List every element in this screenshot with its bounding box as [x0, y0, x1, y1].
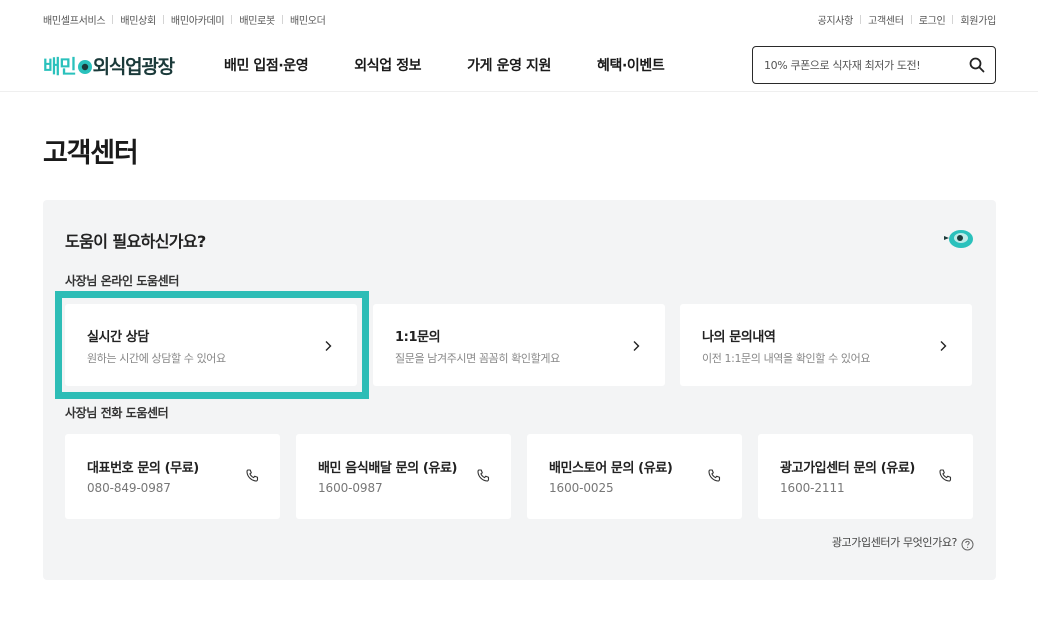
main-nav: 배민 입점·운영 외식업 정보 가게 운영 지원 혜택·이벤트: [224, 55, 710, 75]
search-box: [752, 46, 996, 84]
divider: [910, 15, 912, 24]
card-description: 질문을 남겨주시면 꼼꼼히 확인할게요: [395, 352, 560, 365]
phone-card-store[interactable]: 배민스토어 문의 (유료) 1600-0025: [527, 434, 742, 519]
card-title: 실시간 상담: [87, 330, 149, 345]
ad-center-info-link[interactable]: 광고가입센터가 무엇인가요?: [832, 534, 974, 550]
card-title: 대표번호 문의 (무료): [87, 461, 199, 476]
page-title: 고객센터: [43, 138, 139, 169]
phone-icon: [938, 468, 953, 483]
nav-item-onboarding[interactable]: 배민 입점·운영: [224, 55, 309, 75]
main-header: 배민 외식업광장 배민 입점·운영 외식업 정보 가게 운영 지원 혜택·이벤트: [0, 36, 1038, 92]
phone-icon: [476, 468, 491, 483]
logo-icon: [77, 58, 93, 74]
util-link-login[interactable]: 로그인: [919, 12, 946, 27]
divider: [112, 15, 114, 24]
util-link-order[interactable]: 배민오더: [290, 12, 326, 27]
card-description: 원하는 시간에 상담할 수 있어요: [87, 352, 226, 365]
util-link-self-service[interactable]: 배민셀프서비스: [43, 12, 106, 27]
phone-card-ads[interactable]: 광고가입센터 문의 (유료) 1600-2111: [758, 434, 973, 519]
help-title: 도움이 필요하신가요?: [65, 232, 206, 251]
card-title: 배민스토어 문의 (유료): [549, 461, 673, 476]
online-card-my-inquiries[interactable]: 나의 문의내역 이전 1:1문의 내역을 확인할 수 있어요: [680, 304, 972, 386]
mascot-icon: [940, 226, 976, 252]
utility-bar: 배민셀프서비스 배민상회 배민아카데미 배민로봇 배민오더 공지사항 고객센터 …: [0, 0, 1038, 36]
card-title: 나의 문의내역: [702, 330, 776, 345]
online-card-inquiry[interactable]: 1:1문의 질문을 남겨주시면 꼼꼼히 확인할게요: [373, 304, 665, 386]
util-link-academy[interactable]: 배민아카데미: [171, 12, 225, 27]
nav-item-support[interactable]: 가게 운영 지원: [467, 55, 551, 75]
card-description: 이전 1:1문의 내역을 확인할 수 있어요: [702, 352, 871, 365]
search-input[interactable]: [764, 58, 954, 72]
util-link-signup[interactable]: 회원가입: [960, 12, 996, 27]
util-link-customer-center[interactable]: 고객센터: [868, 12, 904, 27]
card-title: 광고가입센터 문의 (유료): [780, 461, 915, 476]
family-site-links: 배민셀프서비스 배민상회 배민아카데미 배민로봇 배민오더: [43, 12, 326, 27]
site-logo[interactable]: 배민 외식업광장: [43, 52, 176, 79]
phone-number: 1600-0025: [549, 481, 614, 495]
util-link-sangheo[interactable]: 배민상회: [120, 12, 156, 27]
phone-number: 1600-2111: [780, 481, 845, 495]
help-panel: 도움이 필요하신가요? 사장님 온라인 도움센터 실시간 상담 원하는 시간에 …: [43, 200, 996, 580]
card-title: 1:1문의: [395, 330, 441, 345]
phone-number: 1600-0987: [318, 481, 383, 495]
util-link-notice[interactable]: 공지사항: [817, 12, 853, 27]
chevron-right-icon: [629, 338, 643, 352]
chevron-right-icon: [936, 338, 950, 352]
account-links: 공지사항 고객센터 로그인 회원가입: [817, 12, 996, 27]
divider: [281, 15, 283, 24]
logo-text-brand: 배민: [43, 56, 77, 78]
logo-text-title: 외식업광장: [92, 56, 176, 78]
divider: [162, 15, 164, 24]
online-card-live-chat[interactable]: 실시간 상담 원하는 시간에 상담할 수 있어요: [65, 304, 357, 386]
chevron-right-icon: [321, 338, 335, 352]
card-title: 배민 음식배달 문의 (유료): [318, 461, 458, 476]
phone-card-delivery[interactable]: 배민 음식배달 문의 (유료) 1600-0987: [296, 434, 511, 519]
nav-item-info[interactable]: 외식업 정보: [354, 55, 421, 75]
phone-icon: [707, 468, 722, 483]
phone-number: 080-849-0987: [87, 481, 171, 495]
ad-center-info-text: 광고가입센터가 무엇인가요?: [831, 536, 958, 549]
search-icon[interactable]: [968, 56, 986, 74]
divider: [231, 15, 233, 24]
phone-card-main[interactable]: 대표번호 문의 (무료) 080-849-0987: [65, 434, 280, 519]
util-link-robot[interactable]: 배민로봇: [239, 12, 275, 27]
divider: [860, 15, 862, 24]
online-help-section-title: 사장님 온라인 도움센터: [65, 274, 179, 288]
phone-help-section-title: 사장님 전화 도움센터: [65, 406, 169, 420]
divider: [952, 15, 954, 24]
nav-item-benefits[interactable]: 혜택·이벤트: [597, 55, 665, 75]
phone-icon: [245, 468, 260, 483]
question-circle-icon: [961, 536, 974, 550]
